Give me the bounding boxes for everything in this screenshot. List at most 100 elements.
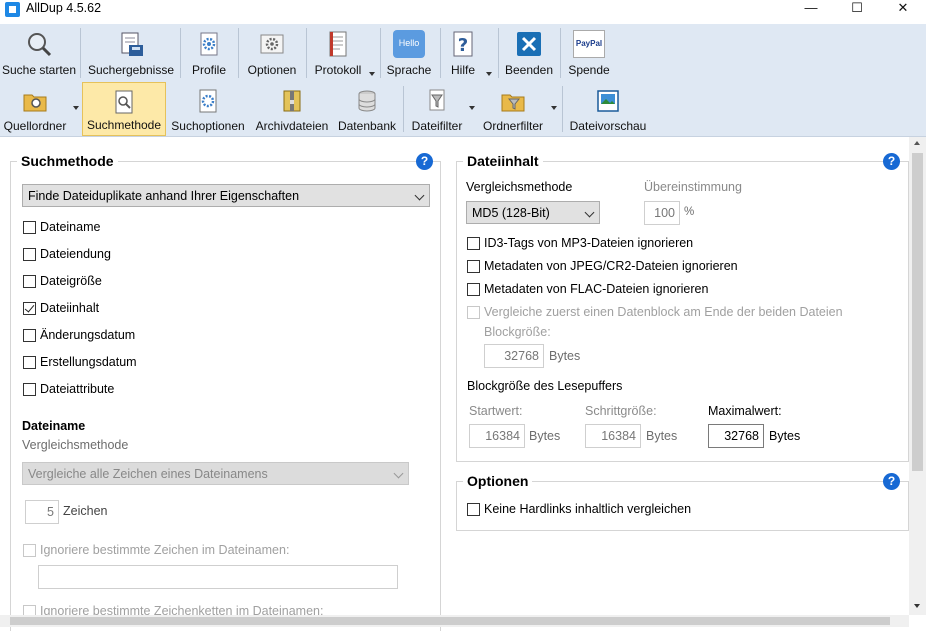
ignore-flac-option[interactable]: Metadaten von FLAC-Dateien ignorieren	[467, 282, 708, 296]
chevron-down-icon	[584, 207, 595, 218]
toolbar-separator	[306, 28, 307, 78]
toolbar-suche-starten[interactable]: Suche starten	[0, 24, 78, 82]
ignore-jpeg-option[interactable]: Metadaten von JPEG/CR2-Dateien ignoriere…	[467, 259, 738, 273]
quellordner-dropdown-arrow-icon[interactable]	[73, 106, 79, 110]
start-input[interactable]: 16384	[469, 424, 525, 448]
checkbox[interactable]	[467, 282, 480, 296]
scroll-down-icon[interactable]	[914, 604, 920, 608]
block-compare-option[interactable]: Vergleiche zuerst einen Datenblock am En…	[467, 305, 843, 319]
ignore-chars-input[interactable]	[38, 565, 398, 589]
exit-x-icon	[517, 32, 541, 56]
criteria-dateiname[interactable]: Dateiname	[23, 220, 100, 234]
zeichen-unit: Zeichen	[63, 504, 108, 518]
main-toolbar: Suche starten Suchergebnisse Profile Opt…	[0, 24, 926, 82]
suchmethode-title: Suchmethode	[17, 153, 118, 169]
folder-filter-icon	[501, 94, 525, 112]
zeichen-input[interactable]: 5	[25, 500, 59, 524]
checkbox[interactable]	[23, 328, 36, 342]
checkbox[interactable]	[23, 543, 36, 557]
close-button[interactable]: ✕	[880, 0, 926, 20]
title-bar: AllDup 4.5.62 — ☐ ✕	[0, 0, 926, 24]
toolbar-separator	[380, 28, 381, 78]
checkbox[interactable]	[467, 236, 480, 250]
ignore-id3-option[interactable]: ID3-Tags von MP3-Dateien ignorieren	[467, 236, 693, 250]
hello-speech-icon: Hello	[393, 30, 425, 58]
toolbar-dateivorschau[interactable]: Dateivorschau	[566, 82, 650, 136]
toolbar-spende[interactable]: PayPal Spende	[564, 24, 614, 82]
criteria-dateiendung[interactable]: Dateiendung	[23, 247, 111, 261]
optionen-help-icon[interactable]: ?	[883, 473, 900, 490]
maximize-button[interactable]: ☐	[834, 0, 880, 20]
criteria-dateiinhalt[interactable]: Dateiinhalt	[23, 301, 99, 315]
ignore-chars-option[interactable]: Ignoriere bestimmte Zeichen im Dateiname…	[23, 543, 289, 557]
paypal-heart-icon: PayPal	[573, 30, 605, 58]
dateiinhalt-compare-label: Vergleichsmethode	[466, 180, 573, 194]
toolbar-suchergebnisse[interactable]: Suchergebnisse	[86, 24, 176, 82]
toolbar-datenbank[interactable]: Datenbank	[334, 82, 400, 136]
protokoll-dropdown-arrow-icon[interactable]	[369, 72, 375, 76]
max-input[interactable]: 32768	[708, 424, 764, 448]
dateiinhalt-title: Dateiinhalt	[463, 153, 543, 169]
criteria-dateiattribute[interactable]: Dateiattribute	[23, 382, 114, 396]
suchmethode-help-icon[interactable]: ?	[416, 153, 433, 170]
toolbar-separator	[403, 86, 404, 132]
toolbar-ordnerfilter[interactable]: Ordnerfilter	[480, 82, 546, 136]
block-size-unit: Bytes	[549, 349, 581, 363]
block-size-input[interactable]: 32768	[484, 344, 544, 368]
checkbox[interactable]	[23, 247, 36, 261]
checkbox[interactable]	[23, 274, 36, 288]
window-title: AllDup 4.5.62	[26, 1, 102, 15]
chevron-down-icon	[414, 190, 425, 201]
match-input[interactable]: 100	[644, 201, 680, 225]
section-toolbar: Quellordner Suchmethode Suchoptionen Arc…	[0, 82, 926, 137]
optionen-title: Optionen	[463, 473, 533, 489]
toolbar-sprache[interactable]: Hello Sprache	[384, 24, 434, 82]
dateiinhalt-help-icon[interactable]: ?	[883, 153, 900, 170]
checkbox[interactable]	[467, 502, 480, 516]
dateiname-compare-select[interactable]: Vergleiche alle Zeichen eines Dateinamen…	[22, 462, 409, 485]
toolbar-dateifilter[interactable]: Dateifilter	[408, 82, 466, 136]
vertical-scroll-thumb[interactable]	[912, 153, 923, 471]
checkbox[interactable]	[23, 220, 36, 234]
toolbar-suchoptionen[interactable]: Suchoptionen	[168, 82, 248, 136]
toolbar-archivdateien[interactable]: Archivdateien	[252, 82, 332, 136]
checkbox[interactable]	[23, 355, 36, 369]
hash-method-select[interactable]: MD5 (128-Bit)	[466, 201, 600, 224]
toolbar-suchmethode[interactable]: Suchmethode	[82, 82, 166, 136]
toolbar-beenden[interactable]: Beenden	[502, 24, 556, 82]
criteria-dateigroesse[interactable]: Dateigröße	[23, 274, 102, 288]
checkbox[interactable]	[23, 382, 36, 396]
checkbox[interactable]	[23, 301, 36, 315]
toolbar-optionen[interactable]: Optionen	[242, 24, 302, 82]
toolbar-separator	[560, 28, 561, 78]
match-label: Übereinstimmung	[644, 180, 742, 194]
results-printer-icon	[121, 32, 143, 56]
toolbar-protokoll[interactable]: Protokoll	[308, 24, 368, 82]
toolbar-separator	[80, 28, 81, 78]
step-label: Schrittgröße:	[585, 404, 657, 418]
hilfe-dropdown-arrow-icon[interactable]	[486, 72, 492, 76]
archive-icon	[283, 90, 301, 112]
chevron-down-icon	[393, 468, 404, 479]
block-size-label: Blockgröße:	[484, 325, 551, 339]
minimize-button[interactable]: —	[788, 0, 834, 20]
criteria-erstellungsdatum[interactable]: Erstellungsdatum	[23, 355, 137, 369]
toolbar-quellordner[interactable]: Quellordner	[0, 82, 70, 136]
horizontal-scroll-thumb[interactable]	[10, 617, 890, 625]
hardlinks-option[interactable]: Keine Hardlinks inhaltlich vergleichen	[467, 502, 691, 516]
toolbar-separator	[440, 28, 441, 78]
toolbar-hilfe[interactable]: ? Hilfe	[444, 24, 482, 82]
step-input[interactable]: 16384	[585, 424, 641, 448]
suchmethode-select[interactable]: Finde Dateiduplikate anhand Ihrer Eigens…	[22, 184, 430, 207]
max-unit: Bytes	[769, 429, 801, 443]
dateifilter-dropdown-arrow-icon[interactable]	[469, 106, 475, 110]
profile-gear-icon	[200, 32, 218, 56]
scroll-up-icon[interactable]	[914, 141, 920, 145]
checkbox[interactable]	[467, 305, 480, 319]
checkbox[interactable]	[467, 259, 480, 273]
toolbar-separator	[498, 28, 499, 78]
start-label: Startwert:	[469, 404, 523, 418]
criteria-aenderungsdatum[interactable]: Änderungsdatum	[23, 328, 135, 342]
toolbar-profile[interactable]: Profile	[184, 24, 234, 82]
ordnerfilter-dropdown-arrow-icon[interactable]	[551, 106, 557, 110]
